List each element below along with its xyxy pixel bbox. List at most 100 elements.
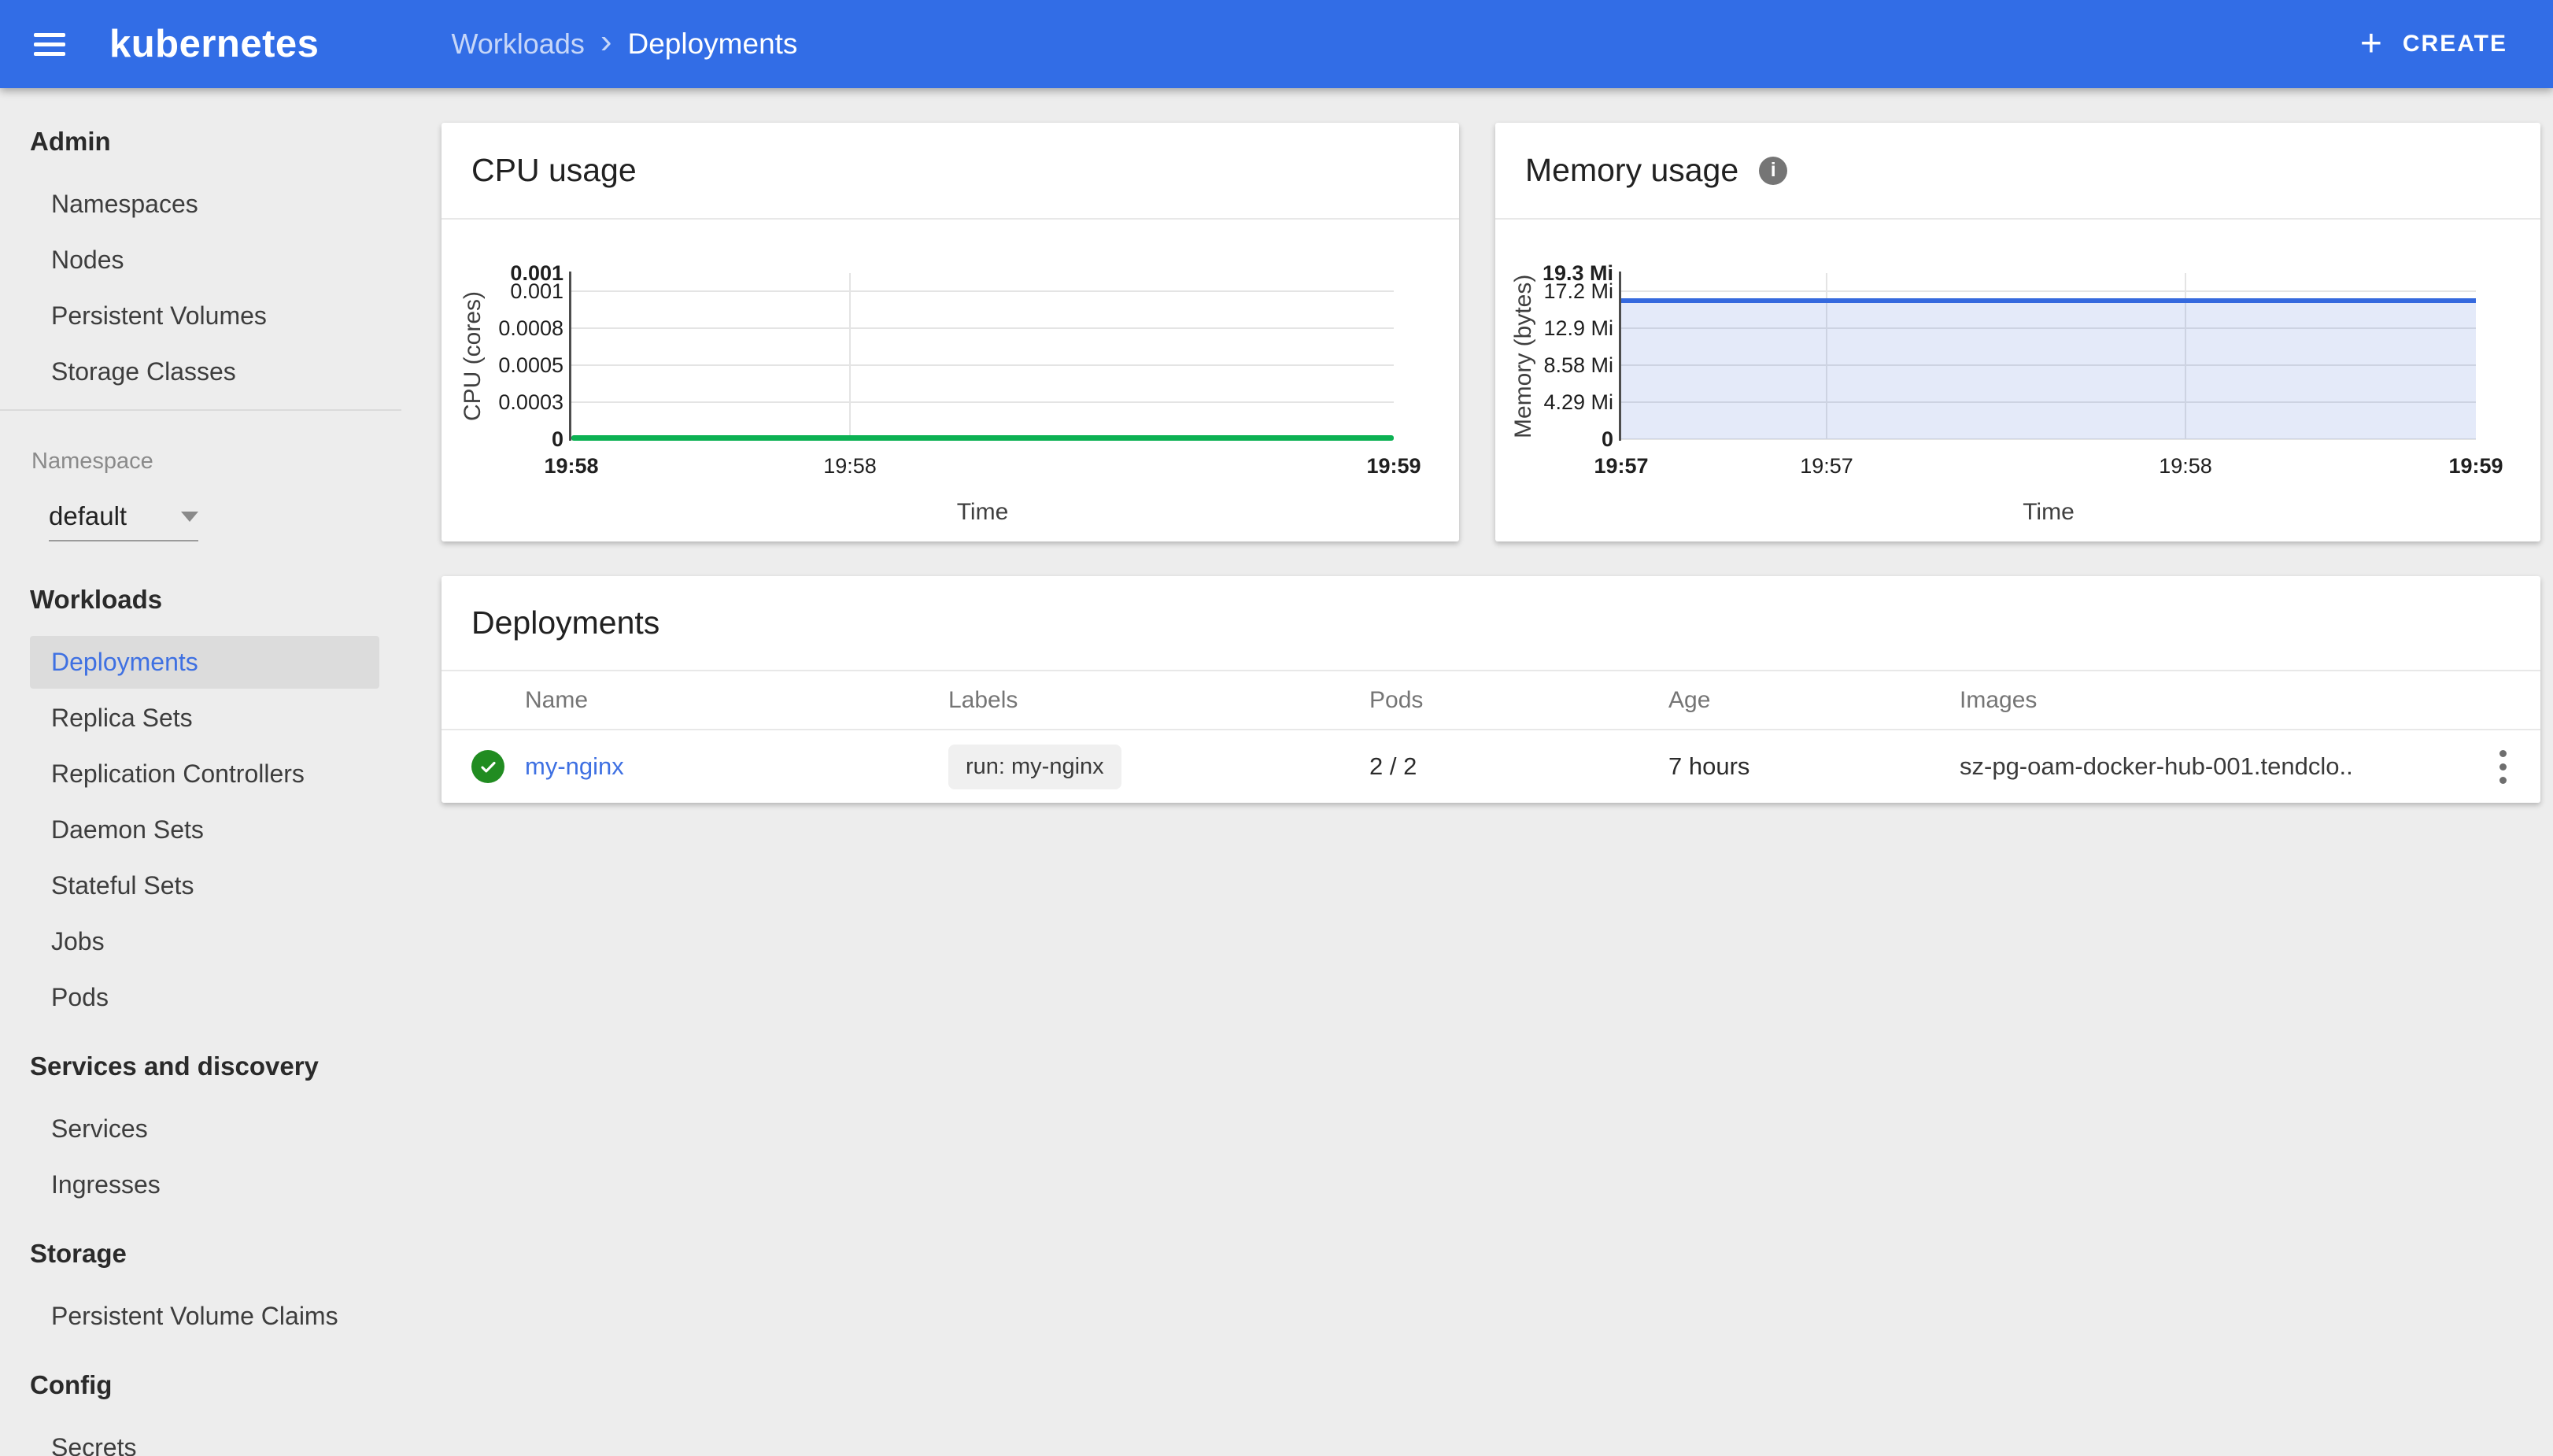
create-button[interactable]: + CREATE: [2360, 25, 2507, 63]
column-header-images: Images: [1960, 686, 2038, 713]
sidebar-item-persistent-volume-claims[interactable]: Persistent Volume Claims: [30, 1290, 379, 1343]
breadcrumb-current: Deployments: [627, 28, 798, 60]
pods-value: 2 / 2: [1369, 752, 1417, 780]
deployments-card: Deployments Name Labels Pods Age Images my-n…: [442, 576, 2540, 803]
sidebar-item-daemon-sets[interactable]: Daemon Sets: [30, 804, 379, 856]
x-tick-label: 19:58: [2159, 454, 2212, 478]
app-header: kubernetes Workloads › Deployments + CRE…: [0, 0, 2553, 88]
deployments-card-header: Deployments: [442, 576, 2540, 671]
column-header-name: Name: [525, 686, 589, 713]
y-tick-label: 4.29 Mi: [1543, 390, 1613, 414]
y-gridline: [571, 327, 1394, 329]
y-gridline: [571, 364, 1394, 366]
y-gridline: [571, 401, 1394, 403]
sidebar-section-services-and-discovery: Services and discovery Services Ingresses: [0, 1051, 401, 1211]
x-tick-label: 19:58: [544, 454, 599, 478]
column-header-labels: Labels: [948, 686, 1018, 713]
sidebar-item-services[interactable]: Services: [30, 1103, 379, 1155]
namespace-select[interactable]: default: [49, 500, 198, 541]
breadcrumb-workloads[interactable]: Workloads: [451, 28, 584, 61]
memory-usage-area-series: [1621, 298, 2476, 439]
chevron-down-icon: [181, 511, 198, 522]
check-icon: [480, 761, 496, 772]
sidebar-item-namespaces[interactable]: Namespaces: [30, 178, 379, 231]
sidebar-heading-storage: Storage: [30, 1239, 127, 1268]
app-logo[interactable]: kubernetes: [109, 22, 319, 66]
column-header-pods: Pods: [1369, 686, 1424, 713]
sidebar-heading-services-and-discovery: Services and discovery: [30, 1051, 319, 1081]
charts-row: CPU usage 0.001 0.001 0.0008 0.0005 0.0003 0 1…: [442, 123, 2553, 541]
deployment-name-link[interactable]: my-nginx: [525, 752, 624, 781]
sidebar-heading-workloads: Workloads: [30, 585, 163, 614]
plus-icon: +: [2359, 23, 2382, 65]
y-gridline: [1621, 290, 2476, 292]
x-tick-label: 19:59: [1366, 454, 1421, 478]
sidebar-item-replication-controllers[interactable]: Replication Controllers: [30, 748, 379, 800]
sidebar-item-secrets[interactable]: Secrets: [30, 1421, 379, 1456]
y-tick-label: 0.0005: [498, 353, 563, 377]
y-tick-label: 0.0008: [498, 316, 563, 340]
table-body: my-nginx run: my-nginx 2 / 2 7 hours sz-pg-o…: [442, 730, 2540, 803]
cpu-usage-card: CPU usage 0.001 0.001 0.0008 0.0005 0.0003 0 1…: [442, 123, 1459, 541]
info-icon[interactable]: i: [1759, 156, 1788, 185]
cpu-chart-title: CPU usage: [471, 152, 637, 188]
deployments-table-title: Deployments: [471, 604, 660, 641]
sidebar-section-workloads: Workloads Deployments Replica Sets Replicat…: [0, 584, 401, 1024]
sidebar-section-admin: Admin Namespaces Nodes Persistent Volumes St…: [0, 126, 401, 398]
x-tick-label: 19:57: [1594, 454, 1649, 478]
memory-usage-chart: 19.3 Mi 17.2 Mi 12.9 Mi 8.58 Mi 4.29 Mi 0 19:5…: [1495, 220, 2540, 538]
sidebar-item-ingresses[interactable]: Ingresses: [30, 1159, 379, 1211]
y-axis-title: Memory (bytes): [1510, 274, 1536, 438]
x-axis-title: Time: [956, 499, 1009, 525]
namespace-value: default: [49, 501, 127, 530]
sidebar-item-persistent-volumes[interactable]: Persistent Volumes: [30, 290, 379, 342]
x-tick-label: 19:58: [823, 454, 877, 478]
x-tick-label: 19:59: [2448, 454, 2503, 478]
sidebar-heading-config: Config: [30, 1370, 113, 1399]
y-tick-label: 0.0003: [498, 390, 563, 414]
y-tick-label: 0: [551, 427, 563, 451]
kebab-menu-icon[interactable]: [2465, 749, 2540, 784]
sidebar-nav: Admin Namespaces Nodes Persistent Volumes St…: [0, 88, 401, 1456]
chevron-right-icon: ›: [600, 22, 612, 61]
cpu-usage-line-series: [571, 435, 1394, 441]
y-tick-label: 17.2 Mi: [1543, 279, 1613, 303]
sidebar-item-pods[interactable]: Pods: [30, 971, 379, 1024]
y-tick-label: 0: [1601, 427, 1613, 451]
menu-icon[interactable]: [34, 32, 65, 56]
main-content: CPU usage 0.001 0.001 0.0008 0.0005 0.0003 0 1…: [401, 88, 2553, 1456]
y-tick-label: 8.58 Mi: [1543, 353, 1613, 377]
deployment-name-cell: my-nginx: [442, 750, 948, 783]
memory-chart-title: Memory usage: [1525, 152, 1739, 188]
create-button-label: CREATE: [2402, 31, 2507, 57]
sidebar-divider: [0, 409, 401, 411]
sidebar-section-config: Config Secrets: [0, 1369, 401, 1456]
sidebar-item-stateful-sets[interactable]: Stateful Sets: [30, 859, 379, 912]
sidebar-item-deployments[interactable]: Deployments: [30, 636, 379, 689]
cpu-card-header: CPU usage: [442, 123, 1459, 220]
sidebar-item-storage-classes[interactable]: Storage Classes: [30, 346, 379, 398]
table-row: my-nginx run: my-nginx 2 / 2 7 hours sz-pg-o…: [442, 730, 2540, 803]
label-chip: run: my-nginx: [948, 744, 1121, 789]
namespace-block: Namespace default: [0, 447, 401, 541]
y-tick-label: 0.001: [510, 279, 563, 303]
sidebar-item-jobs[interactable]: Jobs: [30, 915, 379, 968]
namespace-label: Namespace: [31, 449, 153, 474]
sidebar-section-storage: Storage Persistent Volume Claims: [0, 1238, 401, 1343]
sidebar-item-nodes[interactable]: Nodes: [30, 234, 379, 286]
y-axis-title: CPU (cores): [460, 291, 486, 422]
x-gridline: [849, 273, 851, 439]
table-header-row: Name Labels Pods Age Images: [442, 671, 2540, 730]
age-value: 7 hours: [1668, 752, 1750, 780]
cpu-usage-chart: 0.001 0.001 0.0008 0.0005 0.0003 0 19:58 19:58 1…: [442, 220, 1459, 538]
images-value: sz-pg-oam-docker-hub-001.tendclo..: [1960, 752, 2353, 780]
status-success-icon: [471, 750, 504, 783]
breadcrumb: Workloads › Deployments: [451, 22, 798, 61]
y-gridline: [571, 290, 1394, 292]
y-axis-line: [569, 272, 571, 441]
x-axis-title: Time: [2023, 499, 2075, 525]
y-tick-label: 12.9 Mi: [1543, 316, 1613, 340]
column-header-age: Age: [1668, 686, 1711, 713]
labels-cell: run: my-nginx: [948, 744, 1369, 789]
sidebar-item-replica-sets[interactable]: Replica Sets: [30, 692, 379, 745]
